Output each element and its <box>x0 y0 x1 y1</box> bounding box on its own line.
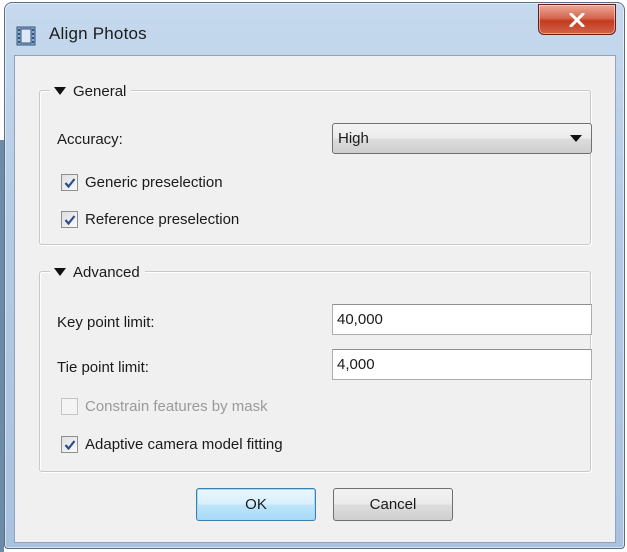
tie-point-limit-input[interactable]: 4,000 <box>332 349 592 380</box>
adaptive-fitting-checkbox[interactable] <box>61 435 78 453</box>
generic-preselection-checkbox-row[interactable]: Generic preselection <box>61 171 223 193</box>
general-legend-label: General <box>73 82 127 100</box>
key-point-limit-value: 40,000 <box>337 311 383 328</box>
key-point-limit-input[interactable]: 40,000 <box>332 304 592 335</box>
close-icon <box>569 12 585 27</box>
constrain-mask-checkbox[interactable] <box>61 397 78 415</box>
reference-preselection-checkbox-row[interactable]: Reference preselection <box>61 208 239 230</box>
advanced-group-header[interactable]: Advanced <box>50 261 145 283</box>
title-bar[interactable]: Align Photos <box>5 3 624 55</box>
window-title: Align Photos <box>49 24 147 43</box>
checkmark-icon <box>64 177 76 188</box>
chevron-down-icon <box>570 135 582 142</box>
reference-preselection-checkbox[interactable] <box>61 210 78 228</box>
generic-preselection-label: Generic preselection <box>85 173 223 191</box>
constrain-mask-label: Constrain features by mask <box>85 397 268 415</box>
general-group-header[interactable]: General <box>50 80 132 102</box>
film-strip-icon <box>16 26 36 46</box>
checkmark-icon <box>64 214 76 225</box>
generic-preselection-checkbox[interactable] <box>61 173 78 191</box>
accuracy-label: Accuracy: <box>57 131 123 148</box>
advanced-legend-label: Advanced <box>73 263 140 281</box>
align-photos-dialog: Align Photos General Accuracy: High Gene… <box>4 2 625 549</box>
triangle-down-icon[interactable] <box>54 268 66 276</box>
tie-point-limit-label: Tie point limit: <box>57 359 149 376</box>
adaptive-fitting-checkbox-row[interactable]: Adaptive camera model fitting <box>61 433 283 455</box>
triangle-down-icon[interactable] <box>54 87 66 95</box>
accuracy-dropdown[interactable]: High <box>332 123 592 154</box>
close-button[interactable] <box>538 4 616 35</box>
cancel-button[interactable]: Cancel <box>333 488 453 521</box>
checkmark-icon <box>64 439 76 450</box>
dialog-body: General Accuracy: High Generic preselect… <box>14 55 616 543</box>
reference-preselection-label: Reference preselection <box>85 210 240 228</box>
tie-point-limit-value: 4,000 <box>337 356 375 373</box>
adaptive-fitting-label: Adaptive camera model fitting <box>85 435 283 453</box>
ok-button[interactable]: OK <box>196 488 316 521</box>
constrain-mask-checkbox-row[interactable]: Constrain features by mask <box>61 395 268 417</box>
key-point-limit-label: Key point limit: <box>57 314 155 331</box>
accuracy-value: High <box>338 130 369 147</box>
